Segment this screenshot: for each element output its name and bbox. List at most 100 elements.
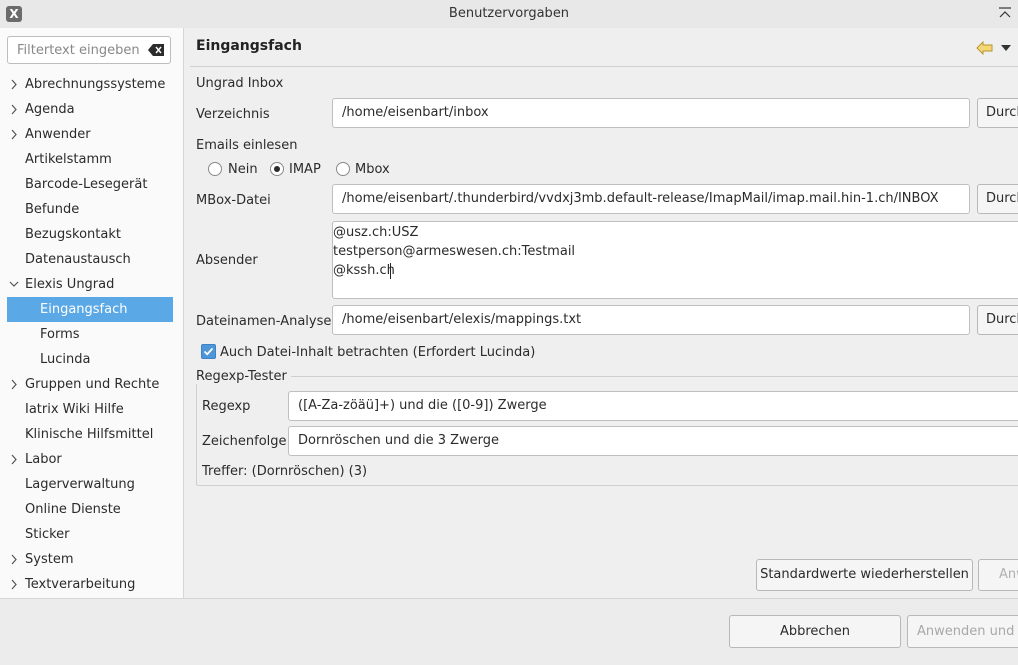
restore-defaults-button[interactable]: Standardwerte wiederherstellen <box>756 559 973 591</box>
sidebar-item-label: Klinische Hilfsmittel <box>25 427 154 442</box>
checkmark-icon <box>203 347 214 356</box>
sidebar-item[interactable]: Abrechnungssysteme <box>0 72 183 97</box>
absender-line: @usz.ch:USZ <box>333 225 419 240</box>
sidebar-item-label: Elexis Ungrad <box>25 277 115 292</box>
page-title: Eingangsfach <box>196 38 302 54</box>
sidebar-item-label: Labor <box>25 452 62 467</box>
chevron-right-icon[interactable] <box>9 372 19 397</box>
sidebar-item-label: Online Dienste <box>25 502 121 517</box>
sidebar-item[interactable]: Online Dienste <box>0 497 183 522</box>
sidebar-item-label: Textverarbeitung <box>25 577 136 592</box>
radio-imap-label: IMAP <box>289 162 321 177</box>
sidebar-item-label: Eingangsfach <box>40 302 128 317</box>
sidebar-item[interactable]: Elexis Ungrad <box>0 272 183 297</box>
sidebar-item-label: Datenaustausch <box>25 252 131 267</box>
zeichenfolge-value: Dornröschen und die 3 Zwerge <box>298 433 500 448</box>
sidebar-item-label: System <box>25 552 74 567</box>
sidebar-item-label: Forms <box>40 327 80 342</box>
sidebar-item[interactable]: Agenda <box>0 97 183 122</box>
sidebar-item[interactable]: Artikelstamm <box>0 147 183 172</box>
sidebar-item[interactable]: Anwender <box>0 122 183 147</box>
chevron-right-icon[interactable] <box>9 97 19 122</box>
browse-verzeichnis-button[interactable]: Durch <box>977 98 1018 128</box>
sidebar-item-label: Lucinda <box>40 352 91 367</box>
radio-mbox[interactable] <box>336 162 350 176</box>
sidebar-item[interactable]: Sticker <box>0 522 183 547</box>
emails-label: Emails einlesen <box>196 138 298 153</box>
chevron-right-icon[interactable] <box>9 547 19 572</box>
collapse-window-icon[interactable] <box>997 5 1013 21</box>
sidebar-item[interactable]: Datenaustausch <box>0 247 183 272</box>
verzeichnis-field[interactable]: /home/eisenbart/inbox <box>332 98 970 128</box>
sidebar-item-label: Anwender <box>25 127 91 142</box>
cancel-button[interactable]: Abbrechen <box>729 615 901 648</box>
sidebar-item-label: Artikelstamm <box>25 152 112 167</box>
zeichenfolge-label: Zeichenfolge <box>202 434 287 449</box>
regexp-field[interactable]: ([A-Za-zöäü]+) und die ([0-9]) Zwerge <box>288 391 1018 421</box>
zeichenfolge-field[interactable]: Dornröschen und die 3 Zwerge <box>288 426 1018 456</box>
absender-textarea[interactable]: @usz.ch:USZ testperson@armeswesen.ch:Tes… <box>332 221 1018 299</box>
sidebar-item-label: Agenda <box>25 102 75 117</box>
sidebar-item-label: Lagerverwaltung <box>25 477 135 492</box>
chevron-down-icon[interactable] <box>9 272 19 297</box>
chevron-right-icon[interactable] <box>9 122 19 147</box>
verzeichnis-value: /home/eisenbart/inbox <box>342 105 489 120</box>
absender-line: testperson@armeswesen.ch:Testmail <box>333 244 576 259</box>
section-label: Ungrad Inbox <box>196 76 284 91</box>
sidebar-item[interactable]: System <box>0 547 183 572</box>
chevron-right-icon[interactable] <box>9 572 19 597</box>
apply-and-close-button[interactable]: Anwenden und S <box>907 615 1018 648</box>
sidebar-item-label: Sticker <box>25 527 70 542</box>
sidebar-item[interactable]: Lagerverwaltung <box>0 472 183 497</box>
mbox-label: MBox-Datei <box>196 193 271 208</box>
treffer-result: Treffer: (Dornröschen) (3) <box>202 464 368 479</box>
header-separator <box>190 66 1018 67</box>
sidebar-item[interactable]: Bezugskontakt <box>0 222 183 247</box>
filter-placeholder: Filtertext eingeben <box>17 43 140 58</box>
sidebar-item[interactable]: Eingangsfach <box>7 297 173 322</box>
sidebar-item-label: Abrechnungssysteme <box>25 77 166 92</box>
radio-imap[interactable] <box>270 162 284 176</box>
back-arrow-icon[interactable] <box>976 41 994 55</box>
sidebar-item[interactable]: Textverarbeitung <box>0 572 183 597</box>
sidebar-item-label: Barcode-Lesegerät <box>25 177 148 192</box>
text-cursor <box>390 263 391 279</box>
sidebar-item[interactable]: Iatrix Wiki Hilfe <box>0 397 183 422</box>
dateinamen-label: Dateinamen-Analyse <box>196 314 332 329</box>
regexp-value: ([A-Za-zöäü]+) und die ([0-9]) Zwerge <box>298 398 547 413</box>
radio-nein-label: Nein <box>228 162 258 177</box>
sidebar-item[interactable]: Befunde <box>0 197 183 222</box>
absender-label: Absender <box>196 253 258 268</box>
sidebar-item[interactable]: Gruppen und Rechte <box>0 372 183 397</box>
filter-input[interactable]: Filtertext eingeben <box>7 36 171 64</box>
mbox-field[interactable]: /home/eisenbart/.thunderbird/vvdxj3mb.de… <box>332 184 970 214</box>
chevron-right-icon[interactable] <box>9 447 19 472</box>
chevron-right-icon[interactable] <box>9 72 19 97</box>
window-title: Benutzervorgaben <box>448 6 570 21</box>
radio-mbox-label: Mbox <box>355 162 390 177</box>
absender-line: @kssh.ch <box>333 263 395 278</box>
sidebar-item[interactable]: Barcode-Lesegerät <box>0 172 183 197</box>
sidebar-item[interactable]: Labor <box>0 447 183 472</box>
sidebar-item[interactable]: Klinische Hilfsmittel <box>0 422 183 447</box>
sidebar-item-label: Gruppen und Rechte <box>25 377 160 392</box>
regexp-group-title: Regexp-Tester <box>196 369 291 384</box>
view-menu-chevron-icon[interactable] <box>1001 44 1011 52</box>
sidebar-item-label: Bezugskontakt <box>25 227 121 242</box>
browse-mbox-button[interactable]: Durch <box>977 184 1018 214</box>
content-checkbox-label: Auch Datei-Inhalt betrachten (Erfordert … <box>220 345 536 360</box>
content-checkbox[interactable] <box>201 344 216 359</box>
radio-nein[interactable] <box>208 162 222 176</box>
mbox-value: /home/eisenbart/.thunderbird/vvdxj3mb.de… <box>342 191 939 206</box>
verzeichnis-label: Verzeichnis <box>196 107 270 122</box>
regexp-label: Regexp <box>202 399 251 414</box>
sidebar-item-label: Befunde <box>25 202 80 217</box>
apply-button[interactable]: Anw <box>978 559 1018 591</box>
clear-filter-icon[interactable] <box>148 44 164 56</box>
sidebar-item-label: Iatrix Wiki Hilfe <box>25 402 124 417</box>
dateinamen-value: /home/eisenbart/elexis/mappings.txt <box>342 312 582 327</box>
sidebar-item[interactable]: Forms <box>0 322 183 347</box>
sidebar-item[interactable]: Lucinda <box>0 347 183 372</box>
browse-dateinamen-button[interactable]: Durch <box>977 305 1018 335</box>
dateinamen-field[interactable]: /home/eisenbart/elexis/mappings.txt <box>332 305 970 335</box>
